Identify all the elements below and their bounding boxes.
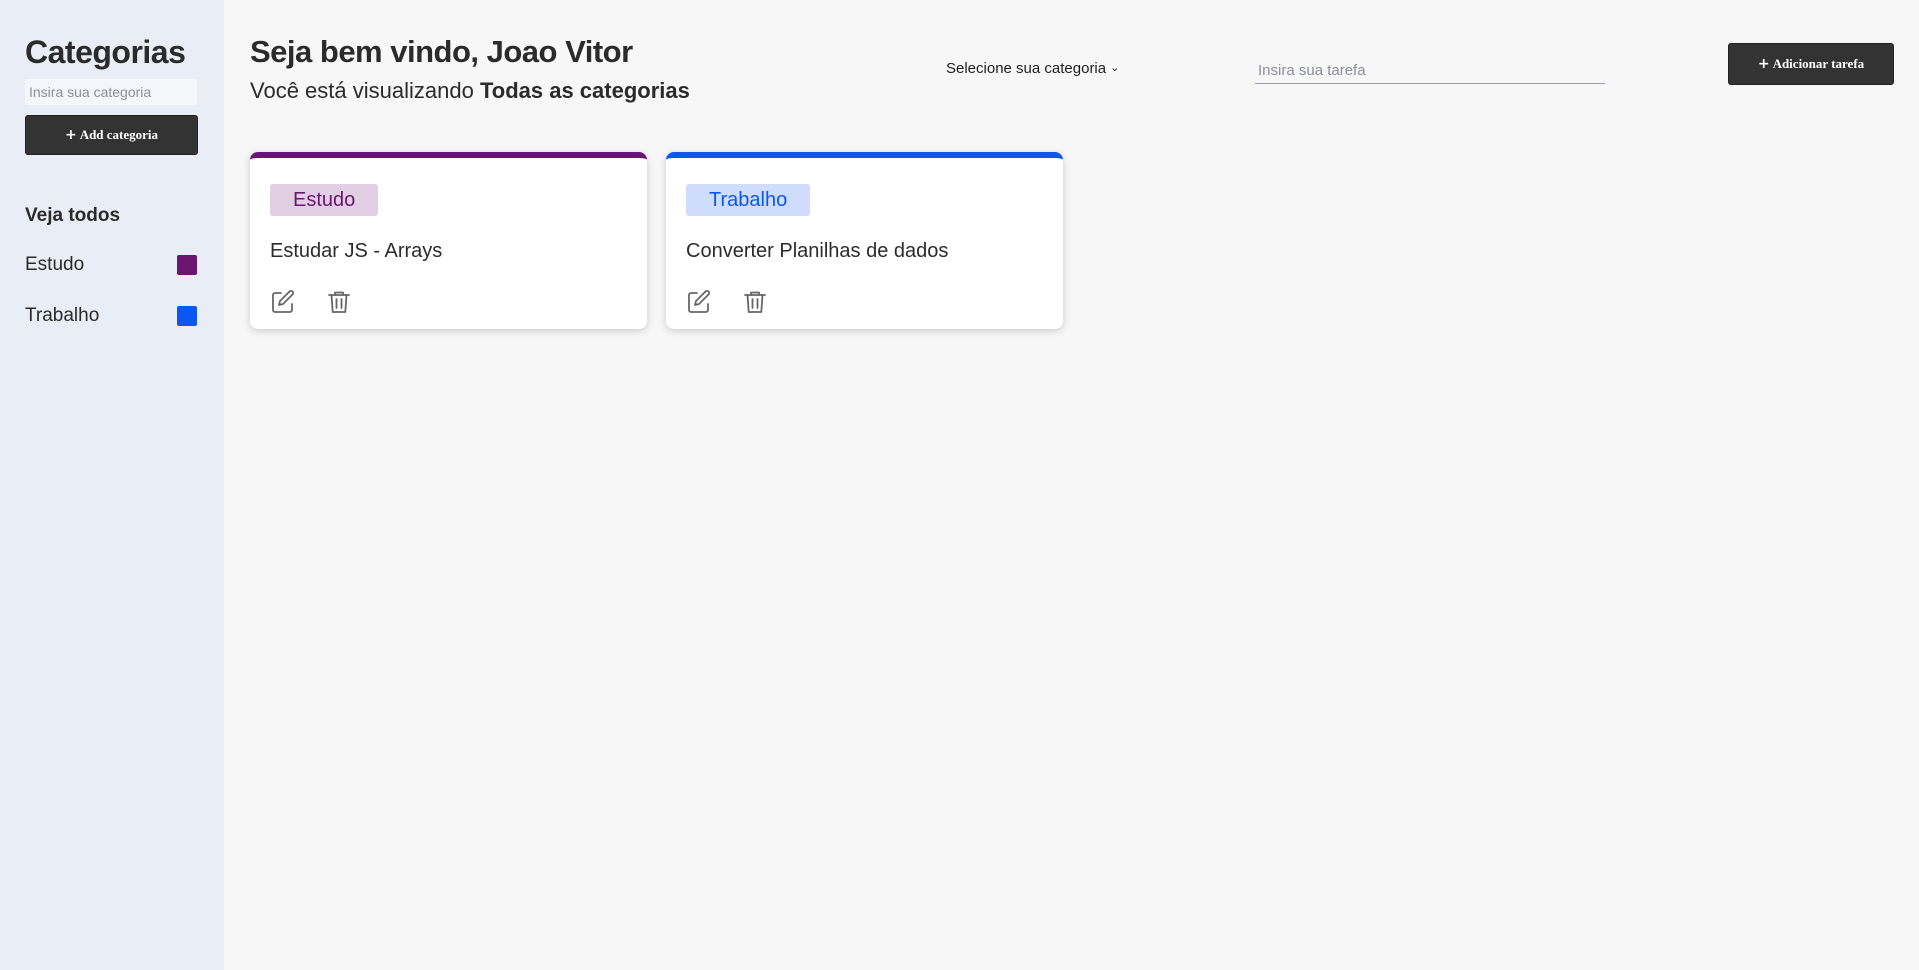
task-actions bbox=[686, 289, 768, 315]
trash-icon[interactable] bbox=[742, 289, 768, 315]
category-color-swatch bbox=[177, 255, 197, 275]
current-view-text: Você está visualizando Todas as categori… bbox=[250, 78, 690, 104]
viewing-prefix: Você está visualizando bbox=[250, 78, 474, 103]
category-select[interactable]: Selecione sua categoria ⌄ bbox=[946, 60, 1119, 77]
task-card: Trabalho Converter Planilhas de dados bbox=[666, 152, 1063, 329]
category-badge: Estudo bbox=[270, 184, 379, 216]
sidebar-item-trabalho[interactable]: Trabalho bbox=[25, 303, 197, 329]
edit-icon[interactable] bbox=[270, 289, 296, 315]
category-color-swatch bbox=[177, 306, 197, 326]
category-badge: Trabalho bbox=[686, 184, 811, 216]
see-all-link[interactable]: Veja todos bbox=[25, 205, 120, 227]
task-text: Converter Planilhas de dados bbox=[686, 240, 949, 262]
sidebar: Categorias + Add categoria Veja todos Es… bbox=[0, 0, 224, 970]
add-category-label: Add categoria bbox=[79, 127, 159, 142]
task-input[interactable] bbox=[1255, 58, 1605, 84]
chevron-down-icon: ⌄ bbox=[1110, 61, 1120, 74]
sidebar-item-label: Trabalho bbox=[25, 305, 100, 326]
sidebar-title: Categorias bbox=[25, 34, 186, 70]
add-task-button[interactable]: + Adicionar tarefa bbox=[1728, 43, 1894, 85]
add-task-label: Adicionar tarefa bbox=[1772, 56, 1865, 71]
page-title: Seja bem vindo, Joao Vitor bbox=[250, 34, 633, 69]
trash-icon[interactable] bbox=[326, 289, 352, 315]
plus-icon: + bbox=[64, 127, 77, 143]
task-card: Estudo Estudar JS - Arrays bbox=[250, 152, 647, 329]
edit-icon[interactable] bbox=[686, 289, 712, 315]
task-actions bbox=[270, 289, 352, 315]
category-input[interactable] bbox=[25, 79, 197, 105]
category-select-label: Selecione sua categoria bbox=[946, 60, 1107, 77]
plus-icon: + bbox=[1757, 56, 1770, 72]
sidebar-item-label: Estudo bbox=[25, 254, 85, 275]
add-category-button[interactable]: + Add categoria bbox=[25, 115, 198, 155]
sidebar-item-estudo[interactable]: Estudo bbox=[25, 252, 197, 278]
task-text: Estudar JS - Arrays bbox=[270, 240, 443, 262]
viewing-category: Todas as categorias bbox=[479, 78, 690, 103]
